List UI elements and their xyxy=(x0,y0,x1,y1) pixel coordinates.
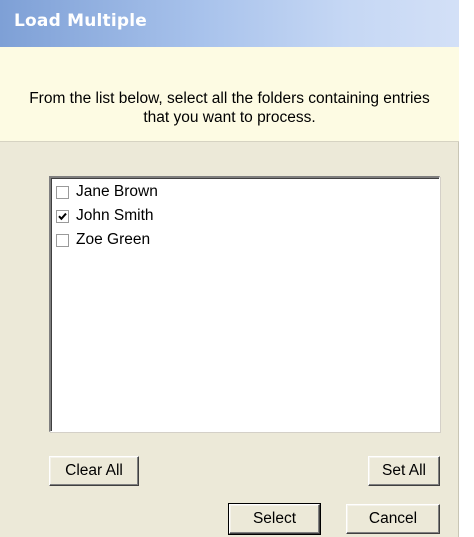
clear-all-button[interactable]: Clear All xyxy=(49,456,139,486)
instructions-panel: From the list below, select all the fold… xyxy=(0,47,459,142)
dialog-title: Load Multiple xyxy=(14,11,147,31)
list-item-zoe-green[interactable]: Zoe Green xyxy=(56,228,150,252)
folder-label: John Smith xyxy=(76,207,154,224)
folder-label: Jane Brown xyxy=(76,183,158,200)
checkmark-icon xyxy=(58,212,67,220)
list-item-jane-brown[interactable]: Jane Brown xyxy=(56,180,158,204)
folder-list[interactable]: Jane Brown John Smith Zoe Green xyxy=(49,176,440,432)
title-bar: Load Multiple xyxy=(0,0,459,47)
checkbox-john-smith[interactable] xyxy=(56,209,69,223)
select-button[interactable]: Select xyxy=(228,503,321,535)
checkbox-zoe-green[interactable] xyxy=(56,233,69,247)
checkbox-jane-brown[interactable] xyxy=(56,185,69,199)
list-item-john-smith[interactable]: John Smith xyxy=(56,204,154,228)
cancel-button[interactable]: Cancel xyxy=(346,504,440,534)
instructions-text: From the list below, select all the fold… xyxy=(29,90,430,126)
folder-label: Zoe Green xyxy=(76,231,151,248)
set-all-button[interactable]: Set All xyxy=(368,456,440,486)
load-multiple-dialog: Load Multiple From the list below, selec… xyxy=(0,0,459,537)
